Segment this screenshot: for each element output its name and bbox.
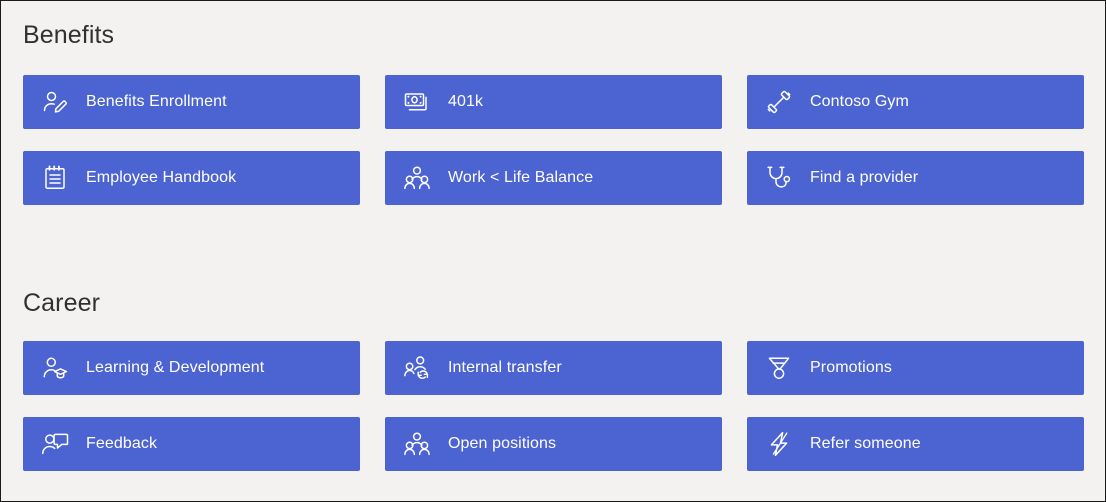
tile-open-positions[interactable]: Open positions	[385, 417, 722, 471]
dumbbell-icon	[765, 88, 793, 116]
person-feedback-icon	[41, 430, 69, 458]
tile-401k[interactable]: 401k	[385, 75, 722, 129]
tile-label: Learning & Development	[86, 359, 265, 376]
tile-label: Find a provider	[810, 169, 919, 186]
tile-label: 401k	[448, 93, 484, 110]
tile-label: Refer someone	[810, 435, 921, 452]
tile-find-a-provider[interactable]: Find a provider	[747, 151, 1084, 205]
tile-label: Feedback	[86, 435, 158, 452]
tile-grid-career: Learning & Development Internal transfer	[1, 318, 1105, 471]
tile-promotions[interactable]: Promotions	[747, 341, 1084, 395]
tile-label: Internal transfer	[448, 359, 562, 376]
tile-label: Work < Life Balance	[448, 169, 594, 186]
tile-label: Benefits Enrollment	[86, 93, 227, 110]
people-group-icon	[403, 430, 431, 458]
tile-contoso-gym[interactable]: Contoso Gym	[747, 75, 1084, 129]
tile-refer-someone[interactable]: Refer someone	[747, 417, 1084, 471]
people-sync-icon	[403, 354, 431, 382]
banknote-icon	[403, 88, 431, 116]
tile-label: Promotions	[810, 359, 892, 376]
tile-label: Contoso Gym	[810, 93, 909, 110]
tile-employee-handbook[interactable]: Employee Handbook	[23, 151, 360, 205]
tile-label: Employee Handbook	[86, 169, 237, 186]
medal-icon	[765, 354, 793, 382]
tile-feedback[interactable]: Feedback	[23, 417, 360, 471]
tile-learning-and-development[interactable]: Learning & Development	[23, 341, 360, 395]
tile-label: Open positions	[448, 435, 557, 452]
section-career: Career Learning & Development Internal t…	[1, 267, 1105, 471]
tile-benefits-enrollment[interactable]: Benefits Enrollment	[23, 75, 360, 129]
notepad-icon	[41, 164, 69, 192]
tile-internal-transfer[interactable]: Internal transfer	[385, 341, 722, 395]
stethoscope-icon	[765, 164, 793, 192]
person-edit-icon	[41, 88, 69, 116]
people-group-icon	[403, 164, 431, 192]
lightning-bolt-icon	[765, 430, 793, 458]
section-heading-benefits: Benefits	[23, 21, 115, 49]
page-canvas: Benefits Benefits Enrollment 401k Contos…	[0, 0, 1106, 502]
tile-grid-benefits: Benefits Enrollment 401k Contoso Gym Emp…	[1, 50, 1105, 205]
section-benefits: Benefits Benefits Enrollment 401k Contos…	[1, 1, 1105, 205]
person-graduation-cap-icon	[41, 354, 69, 382]
section-heading-career: Career	[23, 289, 101, 317]
tile-work-life-balance[interactable]: Work < Life Balance	[385, 151, 722, 205]
